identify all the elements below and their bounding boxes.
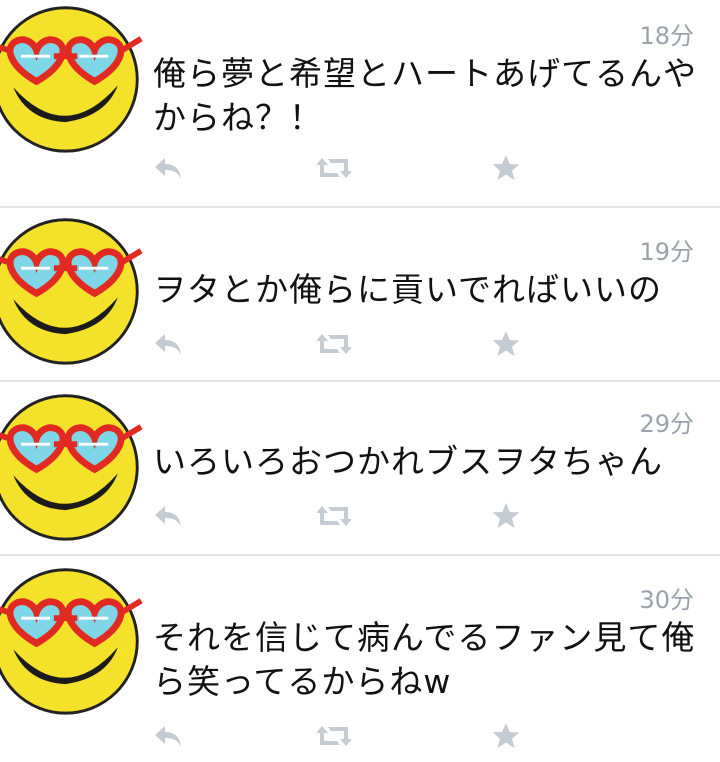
tweet-actions [150, 498, 530, 534]
tweet-item[interactable]: 19分 ヲタとか俺らに貢いでればいいの [0, 208, 720, 382]
tweet-timestamp: 19分 [639, 238, 694, 266]
tweet-item[interactable]: 30分 それを信じて病んでるファン見て俺ら笑ってるからねw [0, 556, 720, 762]
reply-icon[interactable] [150, 326, 186, 362]
star-icon[interactable] [488, 326, 524, 362]
smiley-avatar[interactable] [0, 0, 145, 155]
retweet-icon[interactable] [316, 150, 352, 186]
reply-icon[interactable] [150, 498, 186, 534]
retweet-icon[interactable] [316, 326, 352, 362]
tweet-text: 俺ら夢と希望とハートあげてるんやからね？！ [153, 54, 697, 137]
star-icon[interactable] [488, 150, 524, 186]
reply-icon[interactable] [150, 718, 186, 754]
tweet-actions [150, 718, 530, 754]
tweet-text: それを信じて病んでるファン見て俺ら笑ってるからねw [153, 618, 696, 701]
tweet-actions [150, 150, 530, 186]
reply-icon[interactable] [150, 150, 186, 186]
retweet-icon[interactable] [316, 718, 352, 754]
tweet-timestamp: 18分 [639, 22, 694, 50]
retweet-icon[interactable] [316, 498, 352, 534]
tweet-item[interactable]: 18分 俺ら夢と希望とハートあげてるんやからね？！ [0, 0, 720, 208]
tweet-timestamp: 29分 [639, 410, 694, 438]
tweet-actions [150, 326, 530, 362]
star-icon[interactable] [488, 718, 524, 754]
tweet-text: いろいろおつかれブスヲタちゃん [153, 442, 663, 481]
tweet-timestamp: 30分 [639, 586, 694, 614]
smiley-avatar[interactable] [0, 388, 145, 543]
tweet-timeline: 18分 俺ら夢と希望とハートあげてるんやからね？！ 19分 ヲタとか俺らに貢いで… [0, 0, 720, 762]
smiley-avatar[interactable] [0, 562, 145, 717]
star-icon[interactable] [488, 498, 524, 534]
smiley-avatar[interactable] [0, 212, 145, 367]
tweet-item[interactable]: 29分 いろいろおつかれブスヲタちゃん [0, 382, 720, 556]
tweet-text: ヲタとか俺らに貢いでればいいの [153, 270, 663, 309]
